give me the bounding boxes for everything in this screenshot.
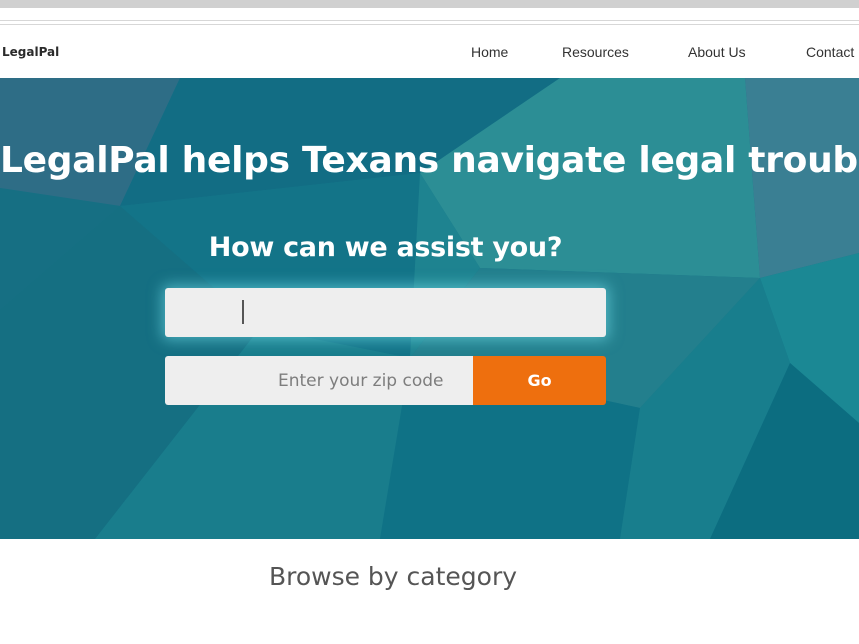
hero-title: LegalPal helps Texans navigate legal tro…	[0, 140, 859, 181]
nav-about-link[interactable]: About Us	[688, 44, 746, 60]
text-caret	[242, 300, 244, 324]
zip-code-input[interactable]	[165, 356, 473, 405]
go-button[interactable]: Go	[473, 356, 606, 405]
site-logo[interactable]: LegalPal	[2, 45, 59, 59]
site-header: LegalPal Home Resources About Us Contact	[0, 28, 859, 78]
nav-home-link[interactable]: Home	[471, 44, 508, 60]
browse-category-heading: Browse by category	[268, 562, 518, 591]
browser-chrome	[0, 0, 859, 28]
nav-resources-link[interactable]: Resources	[562, 44, 629, 60]
hero-subtitle: How can we assist you?	[208, 232, 563, 263]
browser-tab-strip	[0, 0, 859, 8]
chrome-divider	[0, 24, 859, 25]
nav-contact-link[interactable]: Contact	[806, 44, 854, 60]
hero-section: LegalPal helps Texans navigate legal tro…	[0, 78, 859, 539]
legal-question-input[interactable]	[165, 288, 606, 337]
chrome-divider	[0, 20, 859, 21]
